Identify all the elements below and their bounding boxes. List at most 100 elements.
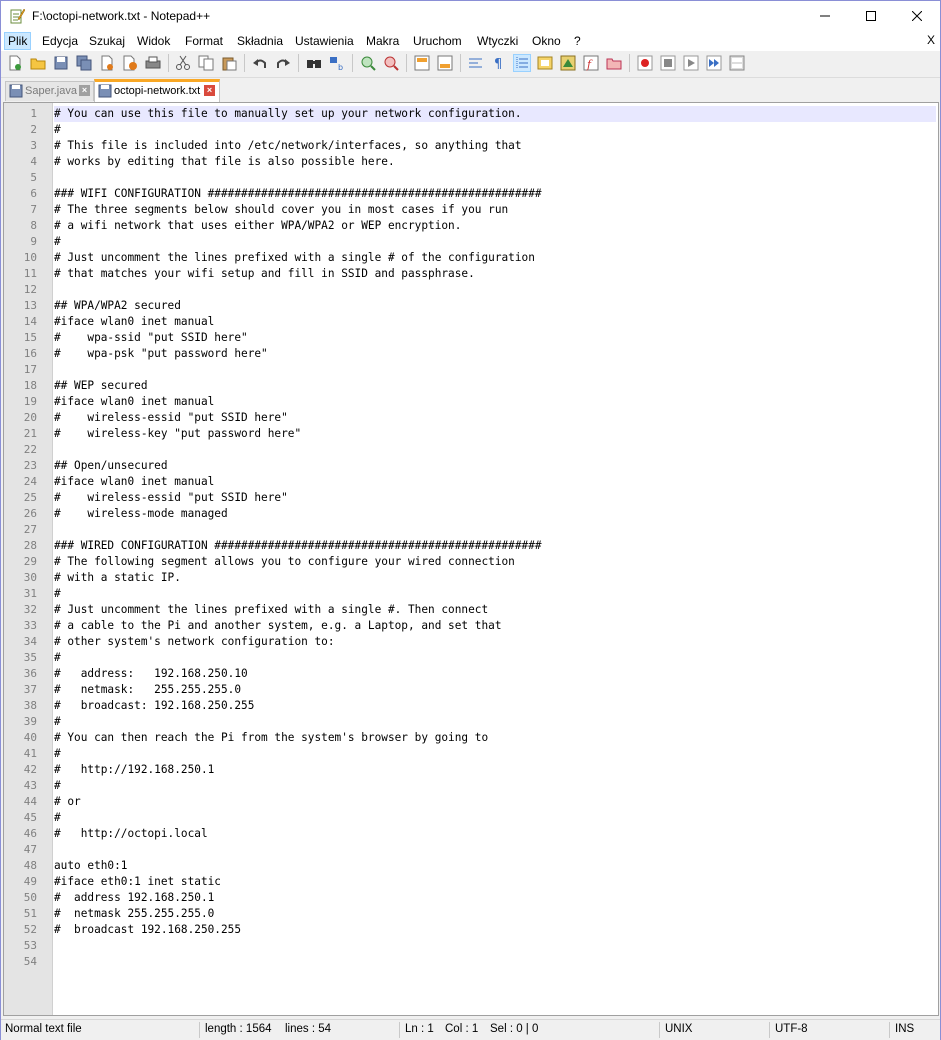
code-line[interactable]: # http://octopi.local <box>54 826 936 842</box>
stop-macro-icon[interactable] <box>660 55 676 71</box>
code-line[interactable]: # This file is included into /etc/networ… <box>54 138 936 154</box>
code-line[interactable]: # <box>54 810 936 826</box>
menu-skladnia[interactable]: Składnia <box>234 33 286 49</box>
function-list-icon[interactable]: f <box>583 55 599 71</box>
indent-guide-icon[interactable] <box>513 54 531 72</box>
code-line[interactable]: # http://192.168.250.1 <box>54 762 936 778</box>
sync-horizontal-icon[interactable] <box>437 55 453 71</box>
code-line[interactable]: # wpa-psk "put password here" <box>54 346 936 362</box>
code-line[interactable]: # wireless-mode managed <box>54 506 936 522</box>
code-line[interactable]: # broadcast: 192.168.250.255 <box>54 698 936 714</box>
code-line[interactable] <box>54 842 936 858</box>
status-mode[interactable]: INS <box>895 1023 914 1035</box>
open-file-icon[interactable] <box>30 55 46 71</box>
menu-wtyczki[interactable]: Wtyczki <box>474 33 521 49</box>
code-line[interactable]: #iface wlan0 inet manual <box>54 394 936 410</box>
zoom-in-icon[interactable] <box>360 55 376 71</box>
sync-vertical-icon[interactable] <box>414 55 430 71</box>
current-code-line[interactable]: # You can use this file to manually set … <box>54 106 936 122</box>
tab-close-icon[interactable]: × <box>79 85 90 96</box>
code-line[interactable]: #iface wlan0 inet manual <box>54 314 936 330</box>
menu-widok[interactable]: Widok <box>134 33 173 49</box>
show-all-chars-icon[interactable]: ¶ <box>491 55 507 71</box>
code-line[interactable]: # or <box>54 794 936 810</box>
code-line[interactable]: # <box>54 746 936 762</box>
word-wrap-icon[interactable] <box>468 55 484 71</box>
code-line[interactable]: # Just uncomment the lines prefixed with… <box>54 602 936 618</box>
replace-icon[interactable]: b <box>329 55 345 71</box>
run-macro-multiple-icon[interactable] <box>706 55 722 71</box>
code-line[interactable]: #iface eth0:1 inet static <box>54 874 936 890</box>
code-line[interactable]: # works by editing that file is also pos… <box>54 154 936 170</box>
print-icon[interactable] <box>145 55 161 71</box>
code-line[interactable]: # a cable to the Pi and another system, … <box>54 618 936 634</box>
code-line[interactable]: ## Open/unsecured <box>54 458 936 474</box>
code-line[interactable]: # wpa-ssid "put SSID here" <box>54 330 936 346</box>
status-encoding[interactable]: UTF-8 <box>775 1023 808 1035</box>
menu-edycja[interactable]: Edycja <box>39 33 81 49</box>
udl-icon[interactable] <box>537 55 553 71</box>
cut-icon[interactable] <box>175 55 191 71</box>
code-line[interactable] <box>54 362 936 378</box>
code-line[interactable]: # broadcast 192.168.250.255 <box>54 922 936 938</box>
close-document-button[interactable]: X <box>927 33 935 47</box>
code-line[interactable]: auto eth0:1 <box>54 858 936 874</box>
code-line[interactable] <box>54 282 936 298</box>
minimize-button[interactable] <box>802 1 848 31</box>
menu-uruchom[interactable]: Uruchom <box>410 33 465 49</box>
code-line[interactable]: # <box>54 234 936 250</box>
code-line[interactable]: # netmask 255.255.255.0 <box>54 906 936 922</box>
code-line[interactable]: ## WEP secured <box>54 378 936 394</box>
menu-ustawienia[interactable]: Ustawienia <box>292 33 357 49</box>
code-line[interactable]: # <box>54 650 936 666</box>
code-line[interactable]: # <box>54 586 936 602</box>
code-line[interactable]: # The three segments below should cover … <box>54 202 936 218</box>
code-line[interactable]: ## WPA/WPA2 secured <box>54 298 936 314</box>
code-line[interactable]: # with a static IP. <box>54 570 936 586</box>
save-all-icon[interactable] <box>76 55 92 71</box>
close-window-button[interactable] <box>894 1 940 31</box>
text-editor[interactable]: 1 2 3 4 5 6 7 8 9 10 11 12 13 14 15 16 17 18 19 20 21 22 23 24 2… <box>3 102 939 1016</box>
title-bar[interactable]: F:\octopi-network.txt - Notepad++ <box>1 1 940 31</box>
copy-icon[interactable] <box>198 55 214 71</box>
save-icon[interactable] <box>53 55 69 71</box>
code-line[interactable]: ### WIFI CONFIGURATION #################… <box>54 186 936 202</box>
menu-format[interactable]: Format <box>182 33 226 49</box>
tab-close-icon[interactable]: × <box>204 85 215 96</box>
code-line[interactable]: ### WIRED CONFIGURATION ################… <box>54 538 936 554</box>
code-line[interactable]: # a wifi network that uses either WPA/WP… <box>54 218 936 234</box>
code-line[interactable]: # <box>54 714 936 730</box>
menu-szukaj[interactable]: Szukaj <box>86 33 128 49</box>
close-file-icon[interactable] <box>99 55 115 71</box>
code-line[interactable]: # other system's network configuration t… <box>54 634 936 650</box>
doc-map-icon[interactable] <box>560 55 576 71</box>
menu-makra[interactable]: Makra <box>363 33 402 49</box>
code-line[interactable]: # You can then reach the Pi from the sys… <box>54 730 936 746</box>
code-line[interactable] <box>54 938 936 954</box>
code-line[interactable] <box>54 442 936 458</box>
code-line[interactable]: # Just uncomment the lines prefixed with… <box>54 250 936 266</box>
zoom-out-icon[interactable] <box>383 55 399 71</box>
maximize-button[interactable] <box>848 1 894 31</box>
paste-icon[interactable] <box>221 55 237 71</box>
code-line[interactable]: # address 192.168.250.1 <box>54 890 936 906</box>
undo-icon[interactable] <box>252 55 268 71</box>
menu-help[interactable]: ? <box>571 33 584 49</box>
status-eol[interactable]: UNIX <box>665 1023 692 1035</box>
code-line[interactable]: # The following segment allows you to co… <box>54 554 936 570</box>
code-line[interactable]: # <box>54 122 936 138</box>
code-line[interactable]: # wireless-essid "put SSID here" <box>54 490 936 506</box>
code-line[interactable]: # netmask: 255.255.255.0 <box>54 682 936 698</box>
tab-saper-java[interactable]: Saper.java × <box>5 81 94 101</box>
code-line[interactable]: # wireless-essid "put SSID here" <box>54 410 936 426</box>
code-line[interactable]: #iface wlan0 inet manual <box>54 474 936 490</box>
save-macro-icon[interactable] <box>729 55 745 71</box>
code-line[interactable]: # wireless-key "put password here" <box>54 426 936 442</box>
code-line[interactable] <box>54 522 936 538</box>
new-file-icon[interactable] <box>7 55 23 71</box>
code-line[interactable] <box>54 954 936 970</box>
code-line[interactable] <box>54 170 936 186</box>
menu-okno[interactable]: Okno <box>529 33 564 49</box>
redo-icon[interactable] <box>275 55 291 71</box>
tab-octopi-network[interactable]: octopi-network.txt × <box>94 79 220 104</box>
